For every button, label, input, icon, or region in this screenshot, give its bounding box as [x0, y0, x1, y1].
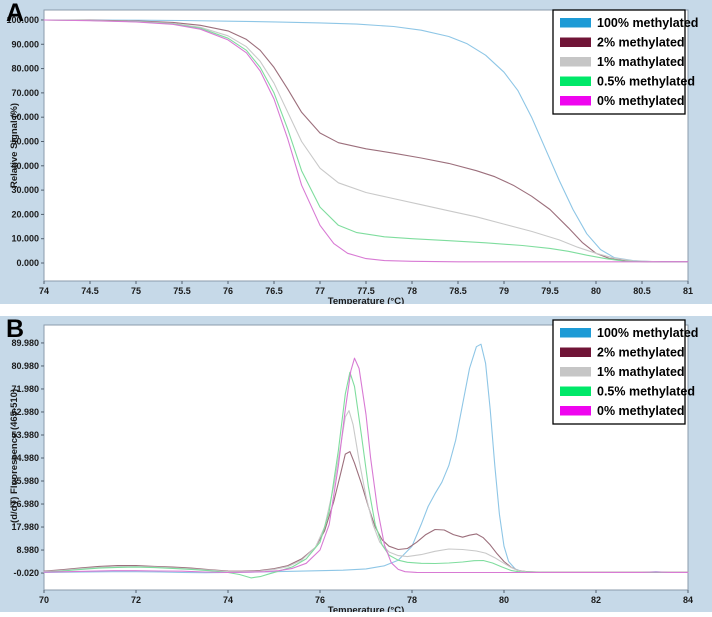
legend-label: 0.5% methylated	[597, 75, 695, 89]
legend-swatch	[560, 328, 591, 338]
legend: 100% methylated 2% methylated 1% mathylate…	[553, 320, 698, 424]
legend-label: 2% methylated	[597, 346, 685, 360]
x-tick-label: 75	[131, 286, 141, 296]
legend-swatch	[560, 18, 591, 28]
x-tick-label: 77	[315, 286, 325, 296]
panel-b: B 89.98080.98071.98062.98053.98044.98035…	[0, 316, 712, 612]
x-tick-label: 70	[39, 595, 49, 605]
y-axis-title: -(d/dT) Fluorescence (465-510)	[9, 389, 20, 526]
x-tick-label: 78	[407, 286, 417, 296]
legend-swatch	[560, 348, 591, 358]
x-tick-label: 82	[591, 595, 601, 605]
y-tick-label: 80.980	[11, 361, 39, 371]
panel-a: A 100.00090.00080.00070.00060.00050.0004…	[0, 0, 712, 304]
x-tick-label: 76	[315, 595, 325, 605]
x-tick-label: 74	[223, 595, 233, 605]
x-tick-label: 74	[39, 286, 49, 296]
x-axis-title: Temperature (°C)	[328, 296, 404, 304]
x-tick-label: 77.5	[357, 286, 375, 296]
x-tick-label: 80	[499, 595, 509, 605]
legend-swatch	[560, 367, 591, 377]
legend-label: 0% methylated	[597, 404, 685, 418]
x-tick-label: 76	[223, 286, 233, 296]
x-tick-label: 78	[407, 595, 417, 605]
y-tick-label: -0.020	[13, 568, 39, 578]
x-tick-label: 75.5	[173, 286, 191, 296]
y-tick-label: 8.980	[16, 545, 39, 555]
panel-b-label: B	[6, 316, 24, 342]
y-tick-label: 10.000	[11, 234, 39, 244]
x-tick-label: 79.5	[541, 286, 559, 296]
legend-label: 100% methylated	[597, 326, 698, 340]
y-axis-title: Relative Signal (%)	[9, 103, 20, 188]
legend-swatch	[560, 57, 591, 67]
legend-swatch	[560, 77, 591, 87]
legend-label: 1% mathylated	[597, 55, 685, 69]
y-tick-label: 20.000	[11, 209, 39, 219]
legend-swatch	[560, 38, 591, 48]
x-tick-label: 78.5	[449, 286, 467, 296]
x-axis-title: Temperature (°C)	[328, 605, 404, 612]
legend-label: 100% methylated	[597, 16, 698, 30]
legend-label: 0% methylated	[597, 94, 685, 108]
y-tick-label: 90.000	[11, 39, 39, 49]
x-tick-label: 76.5	[265, 286, 283, 296]
legend-label: 1% mathylated	[597, 365, 685, 379]
panel-a-label: A	[6, 0, 24, 26]
x-tick-label: 80.5	[633, 286, 651, 296]
legend-label: 2% methylated	[597, 36, 685, 50]
x-tick-label: 74.5	[81, 286, 99, 296]
melting-curves-chart: 100.00090.00080.00070.00060.00050.00040.…	[0, 0, 712, 304]
legend-swatch	[560, 406, 591, 416]
x-tick-label: 80	[591, 286, 601, 296]
legend-swatch	[560, 387, 591, 397]
legend: 100% methylated 2% methylated 1% mathylate…	[553, 10, 698, 114]
x-tick-label: 81	[683, 286, 693, 296]
legend-swatch	[560, 96, 591, 106]
legend-label: 0.5% methylated	[597, 385, 695, 399]
x-tick-label: 84	[683, 595, 693, 605]
x-tick-label: 79	[499, 286, 509, 296]
melting-peaks-chart: 89.98080.98071.98062.98053.98044.98035.9…	[0, 316, 712, 612]
y-tick-label: 80.000	[11, 64, 39, 74]
x-tick-label: 72	[131, 595, 141, 605]
y-tick-label: 0.000	[16, 258, 39, 268]
y-tick-label: 70.000	[11, 88, 39, 98]
